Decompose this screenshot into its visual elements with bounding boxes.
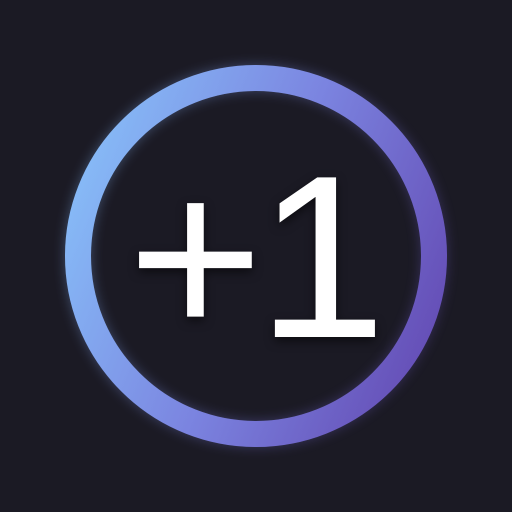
app-icon: +1 [0, 0, 512, 512]
plus-one-label: +1 [127, 128, 387, 387]
